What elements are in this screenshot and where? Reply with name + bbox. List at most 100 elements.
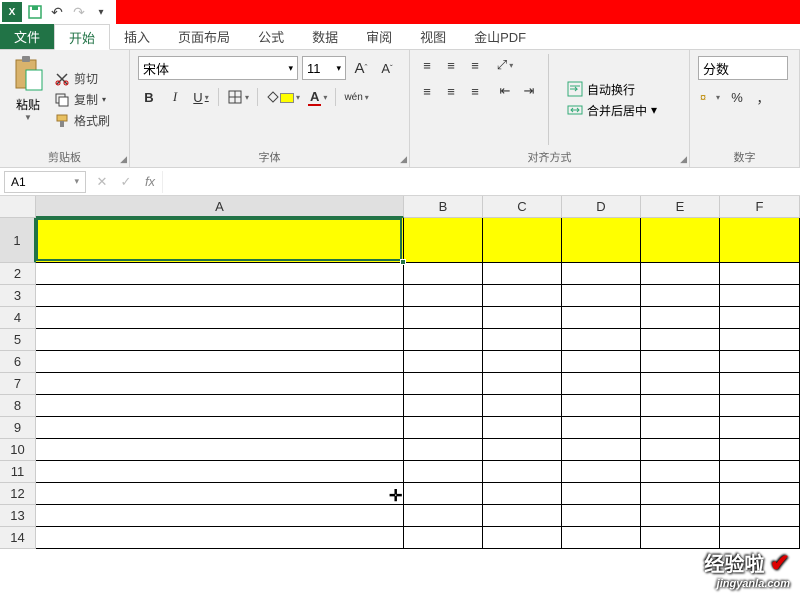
increase-indent-icon[interactable]: ⇥ <box>518 80 540 102</box>
cell[interactable] <box>483 395 562 417</box>
cell[interactable] <box>36 285 404 307</box>
cell[interactable] <box>720 263 800 285</box>
cell[interactable] <box>641 527 720 549</box>
cancel-formula-icon[interactable]: ✕ <box>90 171 114 193</box>
cell[interactable] <box>562 307 641 329</box>
align-top-icon[interactable]: ≡ <box>416 54 438 76</box>
cell[interactable] <box>641 285 720 307</box>
paste-button[interactable]: 粘贴 <box>16 96 40 113</box>
cell[interactable] <box>562 351 641 373</box>
cell[interactable] <box>562 329 641 351</box>
cell[interactable] <box>36 505 404 527</box>
cell[interactable] <box>36 527 404 549</box>
phonetic-button[interactable]: wén▾ <box>342 86 370 108</box>
cell[interactable] <box>562 285 641 307</box>
comma-button[interactable]: ， <box>752 86 774 108</box>
qat-customize-icon[interactable]: ▾ <box>90 1 112 23</box>
cell[interactable] <box>483 351 562 373</box>
cell[interactable] <box>562 417 641 439</box>
cell[interactable] <box>562 461 641 483</box>
column-header-E[interactable]: E <box>641 196 720 218</box>
cell[interactable] <box>641 329 720 351</box>
row-header-9[interactable]: 9 <box>0 417 36 439</box>
percent-button[interactable]: % <box>726 86 748 108</box>
cell[interactable] <box>562 439 641 461</box>
align-bottom-icon[interactable]: ≡ <box>464 54 486 76</box>
cell[interactable] <box>404 351 483 373</box>
row-header-11[interactable]: 11 <box>0 461 36 483</box>
cell[interactable] <box>641 483 720 505</box>
cell[interactable] <box>483 285 562 307</box>
cell[interactable] <box>720 527 800 549</box>
align-middle-icon[interactable]: ≡ <box>440 54 462 76</box>
cell[interactable] <box>404 373 483 395</box>
border-button[interactable]: ▾ <box>225 86 251 108</box>
cell[interactable] <box>404 307 483 329</box>
bold-button[interactable]: B <box>138 86 160 108</box>
cell[interactable] <box>483 307 562 329</box>
tab-file[interactable]: 文件 <box>0 24 54 49</box>
cell[interactable] <box>483 527 562 549</box>
merge-center-button[interactable]: 合并后居中▾ <box>567 102 657 119</box>
cell[interactable] <box>404 329 483 351</box>
decrease-font-icon[interactable]: Aˇ <box>376 57 398 79</box>
row-header-12[interactable]: 12 <box>0 483 36 505</box>
align-right-icon[interactable]: ≡ <box>464 80 486 102</box>
cell[interactable] <box>36 329 404 351</box>
cell[interactable] <box>720 395 800 417</box>
cell[interactable] <box>720 218 800 263</box>
cell[interactable] <box>483 417 562 439</box>
cell[interactable] <box>720 329 800 351</box>
align-left-icon[interactable]: ≡ <box>416 80 438 102</box>
row-header-10[interactable]: 10 <box>0 439 36 461</box>
cell[interactable] <box>404 395 483 417</box>
fx-icon[interactable]: fx <box>138 171 162 193</box>
cell[interactable] <box>641 395 720 417</box>
cell[interactable] <box>641 439 720 461</box>
tab-data[interactable]: 数据 <box>298 24 352 49</box>
tab-pdf[interactable]: 金山PDF <box>460 24 540 49</box>
tab-formula[interactable]: 公式 <box>244 24 298 49</box>
column-header-F[interactable]: F <box>720 196 800 218</box>
cell[interactable] <box>720 307 800 329</box>
cell[interactable] <box>483 329 562 351</box>
cell[interactable] <box>404 461 483 483</box>
cell[interactable] <box>404 527 483 549</box>
row-header-8[interactable]: 8 <box>0 395 36 417</box>
font-size-select[interactable]: 11▾ <box>302 56 346 80</box>
font-color-button[interactable]: A▾ <box>306 86 329 108</box>
font-launcher-icon[interactable]: ◢ <box>400 154 407 165</box>
row-header-5[interactable]: 5 <box>0 329 36 351</box>
cell[interactable] <box>641 307 720 329</box>
row-header-6[interactable]: 6 <box>0 351 36 373</box>
column-header-C[interactable]: C <box>483 196 562 218</box>
cell[interactable] <box>562 373 641 395</box>
italic-button[interactable]: I <box>164 86 186 108</box>
cell[interactable] <box>641 417 720 439</box>
cell[interactable] <box>483 461 562 483</box>
cell[interactable] <box>36 439 404 461</box>
cell[interactable] <box>404 439 483 461</box>
tab-review[interactable]: 审阅 <box>352 24 406 49</box>
cell[interactable] <box>36 351 404 373</box>
cell[interactable] <box>720 505 800 527</box>
cell[interactable] <box>483 373 562 395</box>
cell[interactable] <box>720 417 800 439</box>
cell[interactable] <box>483 218 562 263</box>
cell[interactable] <box>720 439 800 461</box>
cell[interactable] <box>562 505 641 527</box>
cell[interactable] <box>641 351 720 373</box>
cell[interactable] <box>641 263 720 285</box>
cell[interactable] <box>36 395 404 417</box>
cut-button[interactable]: 剪切 <box>54 70 110 87</box>
row-header-1[interactable]: 1 <box>0 218 36 263</box>
row-header-4[interactable]: 4 <box>0 307 36 329</box>
cell[interactable] <box>36 373 404 395</box>
name-box[interactable]: A1▾ <box>4 171 86 193</box>
cell[interactable] <box>404 285 483 307</box>
paste-icon[interactable] <box>12 56 44 92</box>
cell[interactable] <box>404 505 483 527</box>
clipboard-launcher-icon[interactable]: ◢ <box>120 154 127 165</box>
cell[interactable] <box>36 307 404 329</box>
cell[interactable] <box>720 373 800 395</box>
